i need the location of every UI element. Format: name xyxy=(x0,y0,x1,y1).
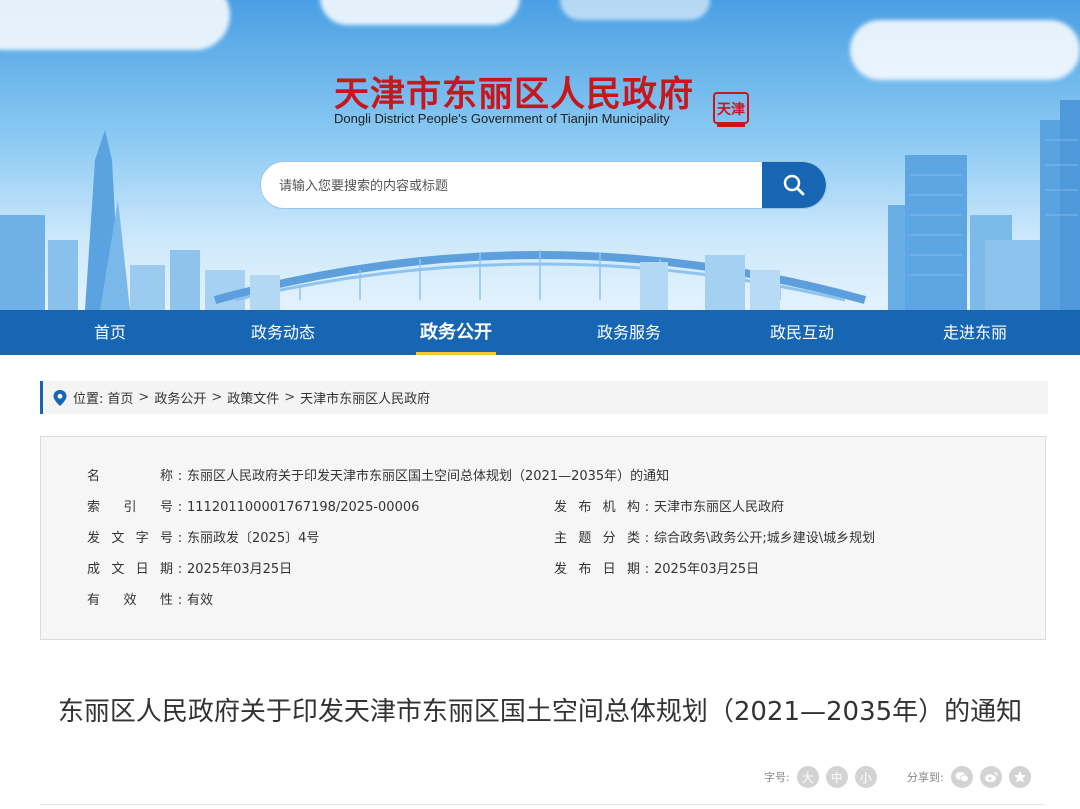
search-bar xyxy=(260,161,827,209)
favorite-share-button[interactable] xyxy=(1008,766,1031,788)
share-controls: 分享到: xyxy=(907,765,1031,789)
weibo-share-button[interactable] xyxy=(979,766,1002,788)
meta-value-index: 111201100001767198/2025-00006 xyxy=(187,500,420,515)
breadcrumb-prefix: 位置: xyxy=(73,392,104,407)
search-button[interactable] xyxy=(762,162,826,208)
breadcrumb-link-policy-docs[interactable]: 政策文件 xyxy=(227,388,279,407)
breadcrumb: 位置: 首页 > 政务公开 > 政策文件 > 天津市东丽区人民政府 xyxy=(40,381,1048,414)
meta-colon: : xyxy=(644,562,650,577)
favorite-icon xyxy=(1013,771,1026,783)
meta-row-validity: 有效性: 有效 xyxy=(87,591,213,611)
font-size-medium-button[interactable]: 中 xyxy=(825,766,848,788)
font-size-label: 字号: xyxy=(764,771,790,784)
meta-colon: : xyxy=(177,562,183,577)
nav-item-about-dongli[interactable]: 走进东丽 xyxy=(905,310,1045,355)
breadcrumb-separator: > xyxy=(284,390,296,405)
breadcrumb-separator: > xyxy=(211,390,223,405)
meta-row-name: 名称: 东丽区人民政府关于印发天津市东丽区国土空间总体规划（2021—2035年）… xyxy=(87,467,669,487)
search-icon xyxy=(783,174,805,196)
meta-value-issuer: 天津市东丽区人民政府 xyxy=(654,500,785,515)
nav-item-home[interactable]: 首页 xyxy=(40,310,180,355)
meta-label: 主题分类 xyxy=(554,531,640,546)
wechat-icon xyxy=(955,772,969,782)
font-size-controls: 字号: 大 中 小 xyxy=(764,765,877,789)
meta-colon: : xyxy=(177,469,183,484)
document-metadata-panel: 名称: 东丽区人民政府关于印发天津市东丽区国土空间总体规划（2021—2035年）… xyxy=(40,436,1046,640)
location-pin-icon xyxy=(53,389,67,406)
breadcrumb-link-district-gov[interactable]: 天津市东丽区人民政府 xyxy=(300,388,430,407)
font-size-large-button[interactable]: 大 xyxy=(796,766,819,788)
meta-colon: : xyxy=(177,500,183,515)
search-input[interactable] xyxy=(277,162,761,208)
meta-row-issuer: 发布机构: 天津市东丽区人民政府 xyxy=(554,498,784,518)
svg-text:天津: 天津 xyxy=(717,101,745,118)
meta-label: 索引号 xyxy=(87,500,173,515)
meta-row-topic: 主题分类: 综合政务\政务公开;城乡建设\城乡规划 xyxy=(554,529,875,549)
font-size-small-button[interactable]: 小 xyxy=(854,766,877,788)
wechat-share-button[interactable] xyxy=(950,766,973,788)
meta-value-topic: 综合政务\政务公开;城乡建设\城乡规划 xyxy=(654,531,876,546)
nav-item-interaction[interactable]: 政民互动 xyxy=(732,310,872,355)
meta-label: 有效性 xyxy=(87,593,173,608)
breadcrumb-separator: > xyxy=(138,390,150,405)
meta-value-validity: 有效 xyxy=(187,593,214,608)
share-label: 分享到: xyxy=(907,771,944,784)
active-tab-indicator xyxy=(416,352,496,355)
site-title: 天津市东丽区人民政府 xyxy=(334,75,695,115)
meta-value-name: 东丽区人民政府关于印发天津市东丽区国土空间总体规划（2021—2035年）的通知 xyxy=(187,469,670,484)
tianjin-seal-logo: 天津 xyxy=(713,92,749,127)
meta-colon: : xyxy=(644,500,650,515)
breadcrumb-link-home[interactable]: 首页 xyxy=(107,388,133,407)
meta-label: 名称 xyxy=(87,469,173,484)
weibo-icon xyxy=(984,771,998,782)
main-nav: 首页 政务动态 政务公开 政务服务 政民互动 走进东丽 xyxy=(0,310,1080,355)
nav-item-label: 政务公开 xyxy=(420,322,492,343)
meta-colon: : xyxy=(177,531,183,546)
header-banner: 天津市东丽区人民政府 Dongli District People's Gove… xyxy=(0,0,1080,310)
meta-value-published-date: 2025年03月25日 xyxy=(654,562,760,577)
meta-label: 发布机构 xyxy=(554,500,640,515)
site-subtitle: Dongli District People's Government of T… xyxy=(334,111,670,126)
meta-label: 发文字号 xyxy=(87,531,173,546)
meta-value-created-date: 2025年03月25日 xyxy=(187,562,293,577)
meta-row-created-date: 成文日期:2025年03月25日 xyxy=(87,560,292,580)
nav-item-services[interactable]: 政务服务 xyxy=(559,310,699,355)
breadcrumb-link-gov-affairs-open[interactable]: 政务公开 xyxy=(154,388,206,407)
meta-label: 发布日期 xyxy=(554,562,640,577)
meta-colon: : xyxy=(644,531,650,546)
city-skyline-illustration xyxy=(0,100,1080,310)
meta-row-index: 索引号:111201100001767198/2025-00006 xyxy=(87,498,419,518)
nav-item-news[interactable]: 政务动态 xyxy=(213,310,353,355)
meta-label: 成文日期 xyxy=(87,562,173,577)
divider xyxy=(40,804,1045,805)
meta-row-doc-number: 发文字号: 东丽政发〔2025〕4号 xyxy=(87,529,319,549)
meta-value-doc-number: 东丽政发〔2025〕4号 xyxy=(187,531,320,546)
meta-colon: : xyxy=(177,593,183,608)
nav-item-gov-affairs-open[interactable]: 政务公开 xyxy=(386,310,526,355)
article-title: 东丽区人民政府关于印发天津市东丽区国土空间总体规划（2021—2035年）的通知 xyxy=(57,697,1023,727)
meta-row-published-date: 发布日期:2025年03月25日 xyxy=(554,560,759,580)
